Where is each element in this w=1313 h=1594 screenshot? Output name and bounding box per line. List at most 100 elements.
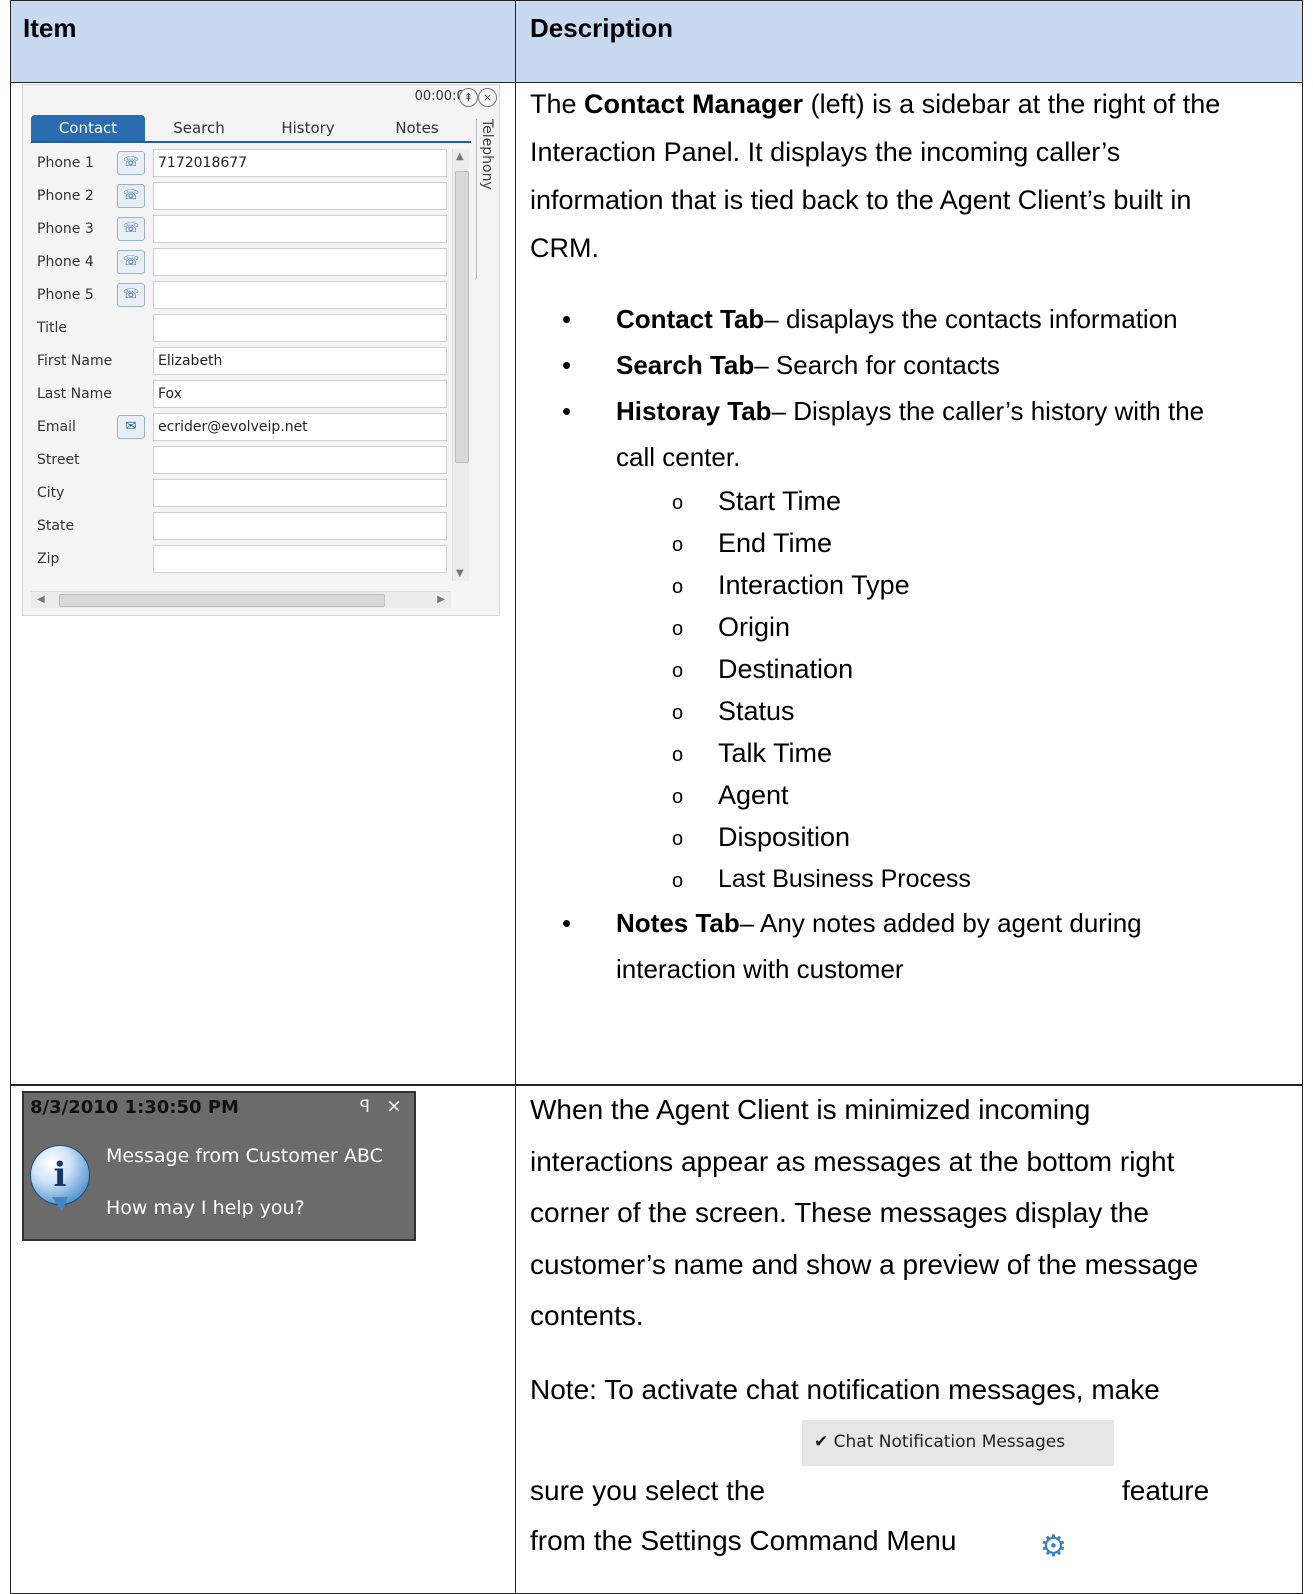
phone-icon[interactable]: ☏	[117, 250, 145, 274]
phone-2-field[interactable]	[153, 182, 447, 210]
title-field[interactable]	[153, 314, 447, 342]
phone-4-field[interactable]	[153, 248, 447, 276]
list-item: Contact Tab– disaplays the contacts info…	[562, 296, 1284, 342]
zip-row: Zip	[37, 545, 457, 575]
note-line-3: from the Settings Command Menu	[530, 1525, 957, 1556]
tab-telephony[interactable]: Telephony	[476, 119, 495, 279]
note-line-2-post: feature	[1122, 1475, 1210, 1506]
close-icon[interactable]: ×	[478, 88, 497, 107]
phone-icon[interactable]: ☏	[117, 184, 145, 208]
sub-list-item: Last Business Process	[584, 858, 1284, 902]
phone-icon[interactable]: ☏	[117, 217, 145, 241]
pin-icon[interactable]: ꟼ	[360, 1097, 370, 1117]
sub-list-item: Disposition	[584, 816, 1284, 860]
scroll-right-icon[interactable]: ▶	[437, 594, 445, 605]
intro-line-2: Interaction Panel. It displays the incom…	[530, 137, 1121, 167]
sub-list-item: Status	[584, 690, 1284, 734]
title-row: Title	[37, 314, 457, 344]
last-name-row: Last Name Fox	[37, 380, 457, 410]
notification-description: When the Agent Client is minimized incom…	[530, 1084, 1290, 1342]
info-icon: i	[30, 1145, 90, 1205]
city-field[interactable]	[153, 479, 447, 507]
vertical-scroll-thumb[interactable]	[455, 171, 469, 463]
info-icon-tail	[52, 1197, 68, 1211]
sub-list-item: Interaction Type	[584, 564, 1284, 608]
intro-line-4: CRM.	[530, 233, 599, 263]
intro-line: The Contact Manager (left) is a sidebar …	[530, 89, 1221, 119]
tab-bullet-list: Contact Tab– disaplays the contacts info…	[562, 296, 1284, 992]
header-description: Description	[530, 13, 674, 43]
tab-history[interactable]: History	[253, 115, 363, 141]
desc-line: When the Agent Client is minimized incom…	[530, 1094, 1091, 1125]
list-item: Notes Tab– Any notes added by agent duri…	[562, 900, 1284, 992]
state-field[interactable]	[153, 512, 447, 540]
horizontal-scrollbar[interactable]: ◀ ▶	[31, 591, 451, 608]
list-item: Search Tab– Search for contacts	[562, 342, 1284, 388]
field-label: Last Name	[37, 386, 112, 402]
field-label: Phone 5	[37, 287, 94, 303]
phone-5-row: Phone 5 ☏	[37, 281, 457, 311]
last-name-field[interactable]: Fox	[153, 380, 447, 408]
notification-title: Message from Customer ABC	[106, 1145, 383, 1167]
desc-line: corner of the screen. These messages dis…	[530, 1197, 1149, 1228]
column-divider	[515, 1, 516, 1593]
field-label: City	[37, 485, 65, 501]
scroll-up-icon[interactable]: ▲	[456, 151, 464, 162]
phone-1-row: Phone 1 ☏ 7172018677	[37, 149, 457, 179]
note-line-1: Note: To activate chat notification mess…	[530, 1374, 1160, 1405]
contact-manager-panel: 00:00:04 ⇞ × Contact Search History Note…	[22, 84, 500, 616]
sub-list-item: Agent	[584, 774, 1284, 818]
phone-icon[interactable]: ☏	[117, 151, 145, 175]
sub-list-item: Talk Time	[584, 732, 1284, 776]
street-field[interactable]	[153, 446, 447, 474]
horizontal-scroll-thumb[interactable]	[59, 594, 385, 607]
field-label: Phone 4	[37, 254, 94, 270]
phone-icon[interactable]: ☏	[117, 283, 145, 307]
table-header: Item Description	[11, 1, 1302, 83]
first-name-row: First Name Elizabeth	[37, 347, 457, 377]
field-label: State	[37, 518, 75, 534]
phone-5-field[interactable]	[153, 281, 447, 309]
field-label: Title	[37, 320, 68, 336]
scroll-left-icon[interactable]: ◀	[37, 594, 45, 605]
email-row: Email ✉ ecrider@evolveip.net	[37, 413, 457, 443]
first-name-field[interactable]: Elizabeth	[153, 347, 447, 375]
header-item: Item	[23, 13, 77, 43]
sub-list-item: Destination	[584, 648, 1284, 692]
note-line-2-pre: sure you select the	[530, 1475, 766, 1506]
mail-icon[interactable]: ✉	[117, 415, 145, 439]
scroll-down-icon[interactable]: ▼	[456, 568, 464, 579]
phone-3-row: Phone 3 ☏	[37, 215, 457, 245]
city-row: City	[37, 479, 457, 509]
chat-notification-popup[interactable]: 8/3/2010 1:30:50 PM ꟼ × i Message from C…	[22, 1091, 416, 1241]
field-label: Phone 2	[37, 188, 94, 204]
desc-line: customer’s name and show a preview of th…	[530, 1248, 1199, 1280]
sub-list-item: Start Time	[584, 480, 1284, 524]
field-label: Email	[37, 419, 76, 435]
gear-icon: ⚙	[1040, 1530, 1067, 1563]
contact-manager-description: The Contact Manager (left) is a sidebar …	[530, 80, 1290, 272]
tab-contact[interactable]: Contact	[31, 115, 145, 141]
field-label: First Name	[37, 353, 113, 369]
tab-search[interactable]: Search	[145, 115, 253, 141]
sub-list-item: End Time	[584, 522, 1284, 566]
street-row: Street	[37, 446, 457, 476]
close-icon[interactable]: ×	[386, 1095, 402, 1117]
notification-preview: How may I help you?	[106, 1197, 305, 1219]
email-field[interactable]: ecrider@evolveip.net	[153, 413, 447, 441]
vertical-scrollbar[interactable]: ▲ ▼	[452, 149, 469, 581]
state-row: State	[37, 512, 457, 542]
phone-1-field[interactable]: 7172018677	[153, 149, 447, 177]
zip-field[interactable]	[153, 545, 447, 573]
field-label: Zip	[37, 551, 60, 567]
chat-notification-messages-option[interactable]: ✔ Chat Notification Messages	[802, 1420, 1114, 1466]
tab-notes[interactable]: Notes	[363, 115, 471, 141]
notification-timestamp: 8/3/2010 1:30:50 PM	[30, 1097, 239, 1118]
intro-line-3: information that is tied back to the Age…	[530, 185, 1192, 215]
pin-icon[interactable]: ⇞	[459, 88, 478, 107]
field-label: Street	[37, 452, 80, 468]
sub-list-item: Origin	[584, 606, 1284, 650]
phone-3-field[interactable]	[153, 215, 447, 243]
field-label: Phone 3	[37, 221, 94, 237]
list-item: Historay Tab– Displays the caller’s hist…	[562, 388, 1284, 480]
